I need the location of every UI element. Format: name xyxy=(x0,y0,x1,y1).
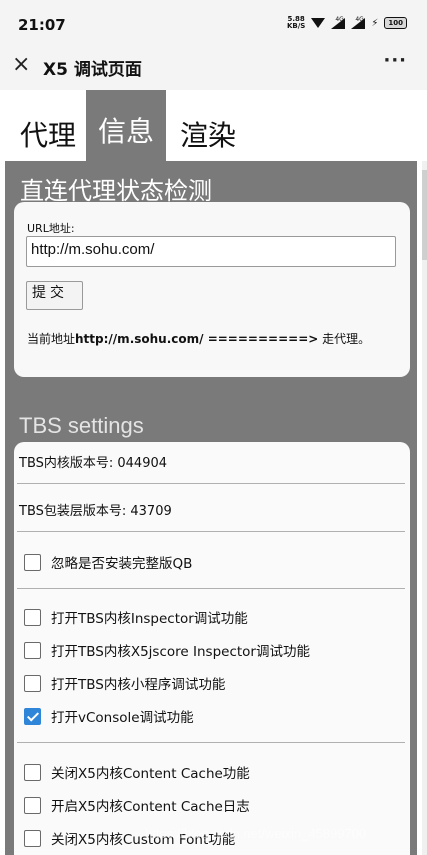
option-label: 打开vConsole调试功能 xyxy=(51,710,194,726)
proxy-section-title: 直连代理状态检测 xyxy=(20,177,212,205)
signal-icon: 4G xyxy=(331,15,346,29)
option-content-cache[interactable]: 关闭X5内核Content Cache功能 xyxy=(24,762,250,782)
option-label: 打开TBS内核小程序调试功能 xyxy=(51,677,226,693)
net-speed-unit: KB/S xyxy=(286,22,306,30)
current-suffix: 走代理。 xyxy=(318,332,371,346)
option-ignore-qb[interactable]: 忽略是否安装完整版QB xyxy=(24,552,192,572)
battery-icon: 100 xyxy=(384,17,407,29)
option-jscore-inspector[interactable]: 打开TBS内核X5jscore Inspector调试功能 xyxy=(24,640,310,660)
charging-icon: ⚡ xyxy=(371,17,379,29)
current-url: http://m.sohu.com/ ==========> xyxy=(75,332,319,346)
url-label: URL地址: xyxy=(27,222,75,235)
close-icon[interactable]: × xyxy=(12,54,34,76)
divider xyxy=(17,483,405,484)
status-time: 21:07 xyxy=(18,16,66,34)
checkbox[interactable] xyxy=(24,796,41,814)
app-bar: × X5 调试页面 ··· xyxy=(0,46,427,90)
option-label: 忽略是否安装完整版QB xyxy=(51,556,193,572)
proxy-card: URL地址: http://m.sohu.com/ 提交 当前地址http://… xyxy=(14,202,410,377)
status-bar: 21:07 5.88 KB/S 4G 4G ⚡ 100 xyxy=(0,0,427,46)
signal-tag: 4G xyxy=(355,15,364,23)
checkbox[interactable] xyxy=(24,553,41,571)
option-label: 关闭X5内核Content Cache功能 xyxy=(51,766,250,782)
divider xyxy=(17,531,405,532)
current-address-line: 当前地址http://m.sohu.com/ ==========> 走代理。 xyxy=(27,330,370,347)
tab-info[interactable]: 信息 xyxy=(86,90,166,161)
tab-proxy[interactable]: 代理 xyxy=(18,90,78,161)
wrapper-version: TBS包装层版本号: 43709 xyxy=(19,504,172,519)
option-label: 打开TBS内核X5jscore Inspector调试功能 xyxy=(51,644,310,660)
checkbox[interactable] xyxy=(24,674,41,692)
watermark: https://blog.csdn.net/weixin_45899700 xyxy=(145,826,367,841)
scrollbar-thumb[interactable] xyxy=(422,170,427,260)
checkbox[interactable] xyxy=(24,608,41,626)
option-label: 开启X5内核Content Cache日志 xyxy=(51,799,250,815)
status-icons: 5.88 KB/S 4G 4G ⚡ 100 xyxy=(287,16,407,30)
wifi-icon xyxy=(311,18,326,28)
submit-button[interactable]: 提交 xyxy=(26,281,83,310)
option-vconsole[interactable]: 打开vConsole调试功能 xyxy=(24,706,194,726)
signal-icon: 4G xyxy=(351,15,366,29)
option-miniprogram[interactable]: 打开TBS内核小程序调试功能 xyxy=(24,673,225,693)
more-icon[interactable]: ··· xyxy=(383,50,407,71)
tab-bar: 代理 信息 渲染 xyxy=(0,90,427,161)
signal-tag: 4G xyxy=(335,15,344,23)
checkbox-checked[interactable] xyxy=(24,707,41,725)
checkbox[interactable] xyxy=(24,829,41,847)
scrollbar-track[interactable] xyxy=(422,161,427,855)
url-input[interactable]: http://m.sohu.com/ xyxy=(26,236,396,267)
option-content-cache-log[interactable]: 开启X5内核Content Cache日志 xyxy=(24,795,250,815)
page-title: X5 调试页面 xyxy=(43,60,142,80)
divider xyxy=(17,742,405,743)
tbs-card: TBS内核版本号: 044904 TBS包装层版本号: 43709 忽略是否安装… xyxy=(14,442,410,855)
checkbox[interactable] xyxy=(24,641,41,659)
option-label: 打开TBS内核Inspector调试功能 xyxy=(51,611,248,627)
current-prefix: 当前地址 xyxy=(27,332,76,346)
option-inspector[interactable]: 打开TBS内核Inspector调试功能 xyxy=(24,607,248,627)
net-speed: 5.88 KB/S xyxy=(287,16,305,30)
checkbox[interactable] xyxy=(24,763,41,781)
info-panel: 直连代理状态检测 URL地址: http://m.sohu.com/ 提交 当前… xyxy=(5,161,417,855)
tbs-section-title: TBS settings xyxy=(19,413,144,438)
tab-render[interactable]: 渲染 xyxy=(178,90,238,161)
divider xyxy=(17,588,405,589)
core-version: TBS内核版本号: 044904 xyxy=(19,456,168,471)
